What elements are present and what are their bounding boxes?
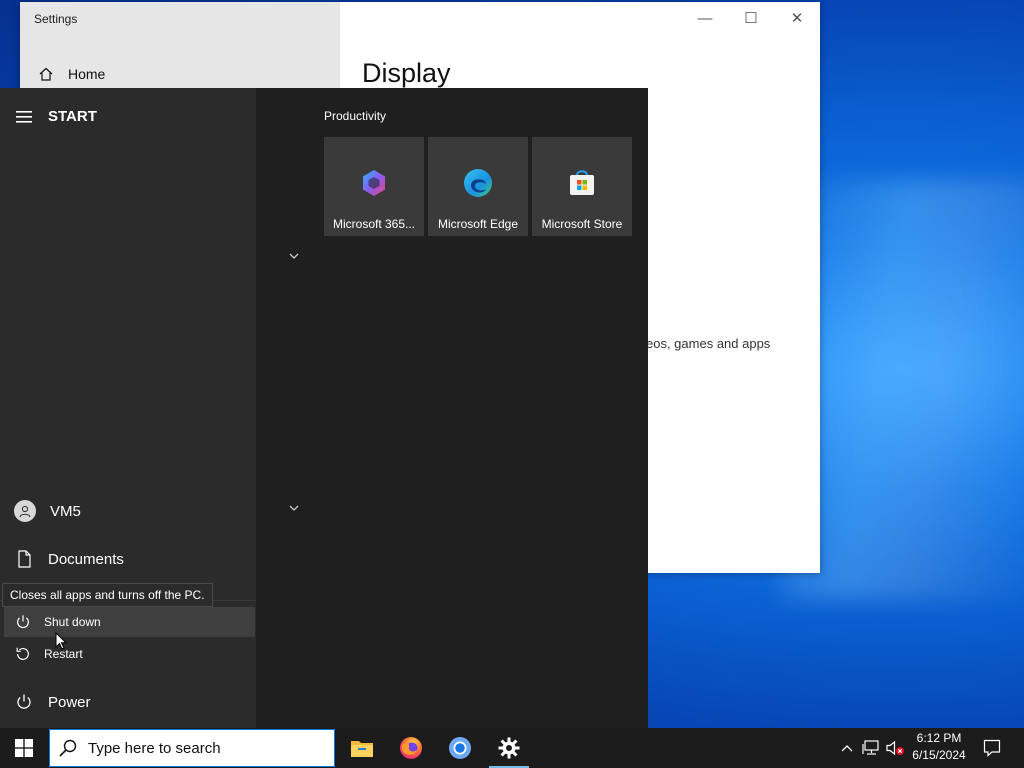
show-hidden-icons-button[interactable] bbox=[838, 728, 856, 768]
tile-label: Microsoft Store bbox=[541, 217, 623, 231]
network-icon bbox=[862, 740, 879, 755]
hamburger-icon bbox=[16, 110, 32, 123]
tile-microsoft-store[interactable]: Microsoft Store bbox=[532, 137, 632, 236]
taskbar-firefox[interactable] bbox=[387, 728, 435, 768]
firefox-icon bbox=[400, 737, 422, 759]
user-icon bbox=[19, 505, 31, 518]
taskbar-file-explorer[interactable] bbox=[338, 728, 386, 768]
tile-label: Microsoft 365... bbox=[332, 217, 416, 231]
search-placeholder: Type here to search bbox=[88, 739, 221, 757]
edge-icon bbox=[464, 169, 492, 197]
settings-icon bbox=[498, 737, 520, 759]
tile-label: Microsoft Edge bbox=[437, 217, 519, 231]
chromium-icon bbox=[449, 737, 471, 759]
notification-icon bbox=[983, 739, 1001, 757]
shutdown-option[interactable]: Shut down bbox=[4, 607, 255, 637]
user-account-button[interactable]: VM5 bbox=[14, 500, 81, 522]
window-controls: — ☐ ✕ bbox=[682, 2, 820, 34]
documents-label: Documents bbox=[48, 550, 124, 568]
taskbar-clock[interactable]: 6:12 PM 6/15/2024 bbox=[906, 730, 972, 766]
clock-date: 6/15/2024 bbox=[912, 748, 966, 762]
volume-button[interactable] bbox=[884, 728, 906, 768]
avatar bbox=[14, 500, 36, 522]
file-explorer-icon bbox=[351, 741, 373, 757]
microsoft-365-icon bbox=[363, 170, 385, 196]
network-button[interactable] bbox=[860, 728, 882, 768]
mouse-cursor-icon bbox=[55, 632, 67, 650]
maximize-button[interactable]: ☐ bbox=[728, 2, 774, 34]
group-collapse-chevron[interactable] bbox=[286, 500, 302, 516]
taskbar-chromium[interactable] bbox=[436, 728, 484, 768]
minimize-button[interactable]: — bbox=[682, 2, 728, 34]
user-name: VM5 bbox=[50, 502, 81, 520]
start-header[interactable]: START bbox=[16, 108, 97, 125]
shutdown-label: Shut down bbox=[44, 615, 101, 629]
power-button[interactable]: Power bbox=[14, 692, 91, 712]
page-title: Display bbox=[362, 58, 451, 88]
settings-description-text: eos, games and apps bbox=[646, 336, 771, 351]
taskbar-search-box[interactable]: Type here to search bbox=[49, 729, 335, 767]
settings-home-link[interactable]: Home bbox=[38, 66, 105, 82]
power-label: Power bbox=[48, 693, 91, 711]
power-icon bbox=[17, 694, 31, 709]
tile-microsoft-edge[interactable]: Microsoft Edge bbox=[428, 137, 528, 236]
tile-group-label: Productivity bbox=[324, 109, 387, 123]
store-icon bbox=[570, 170, 594, 195]
chevron-up-icon bbox=[841, 744, 853, 751]
start-button[interactable] bbox=[0, 728, 48, 768]
shutdown-tooltip: Closes all apps and turns off the PC. bbox=[2, 583, 213, 607]
power-submenu: Shut down Restart bbox=[0, 600, 256, 675]
start-header-label: START bbox=[48, 108, 97, 125]
search-icon bbox=[59, 739, 77, 757]
documents-button[interactable]: Documents bbox=[14, 549, 124, 569]
taskbar: Type here to search 6:12 PM 6/15/2024 bbox=[0, 728, 1024, 768]
restart-icon bbox=[16, 647, 29, 660]
window-title: Settings bbox=[34, 12, 78, 26]
power-icon bbox=[17, 615, 29, 629]
tile-microsoft-365[interactable]: Microsoft 365... bbox=[324, 137, 424, 236]
chevron-down-icon bbox=[289, 253, 299, 259]
document-icon bbox=[18, 550, 31, 568]
home-icon bbox=[39, 67, 53, 81]
close-button[interactable]: ✕ bbox=[774, 2, 820, 34]
taskbar-settings[interactable] bbox=[485, 728, 533, 768]
action-center-button[interactable] bbox=[978, 728, 1006, 768]
home-label: Home bbox=[68, 66, 106, 82]
windows-logo-icon bbox=[15, 739, 33, 757]
volume-muted-icon bbox=[886, 740, 904, 756]
chevron-down-icon bbox=[289, 505, 299, 511]
restart-option[interactable]: Restart bbox=[4, 639, 255, 669]
clock-time: 6:12 PM bbox=[916, 731, 962, 745]
group-collapse-chevron[interactable] bbox=[286, 248, 302, 264]
